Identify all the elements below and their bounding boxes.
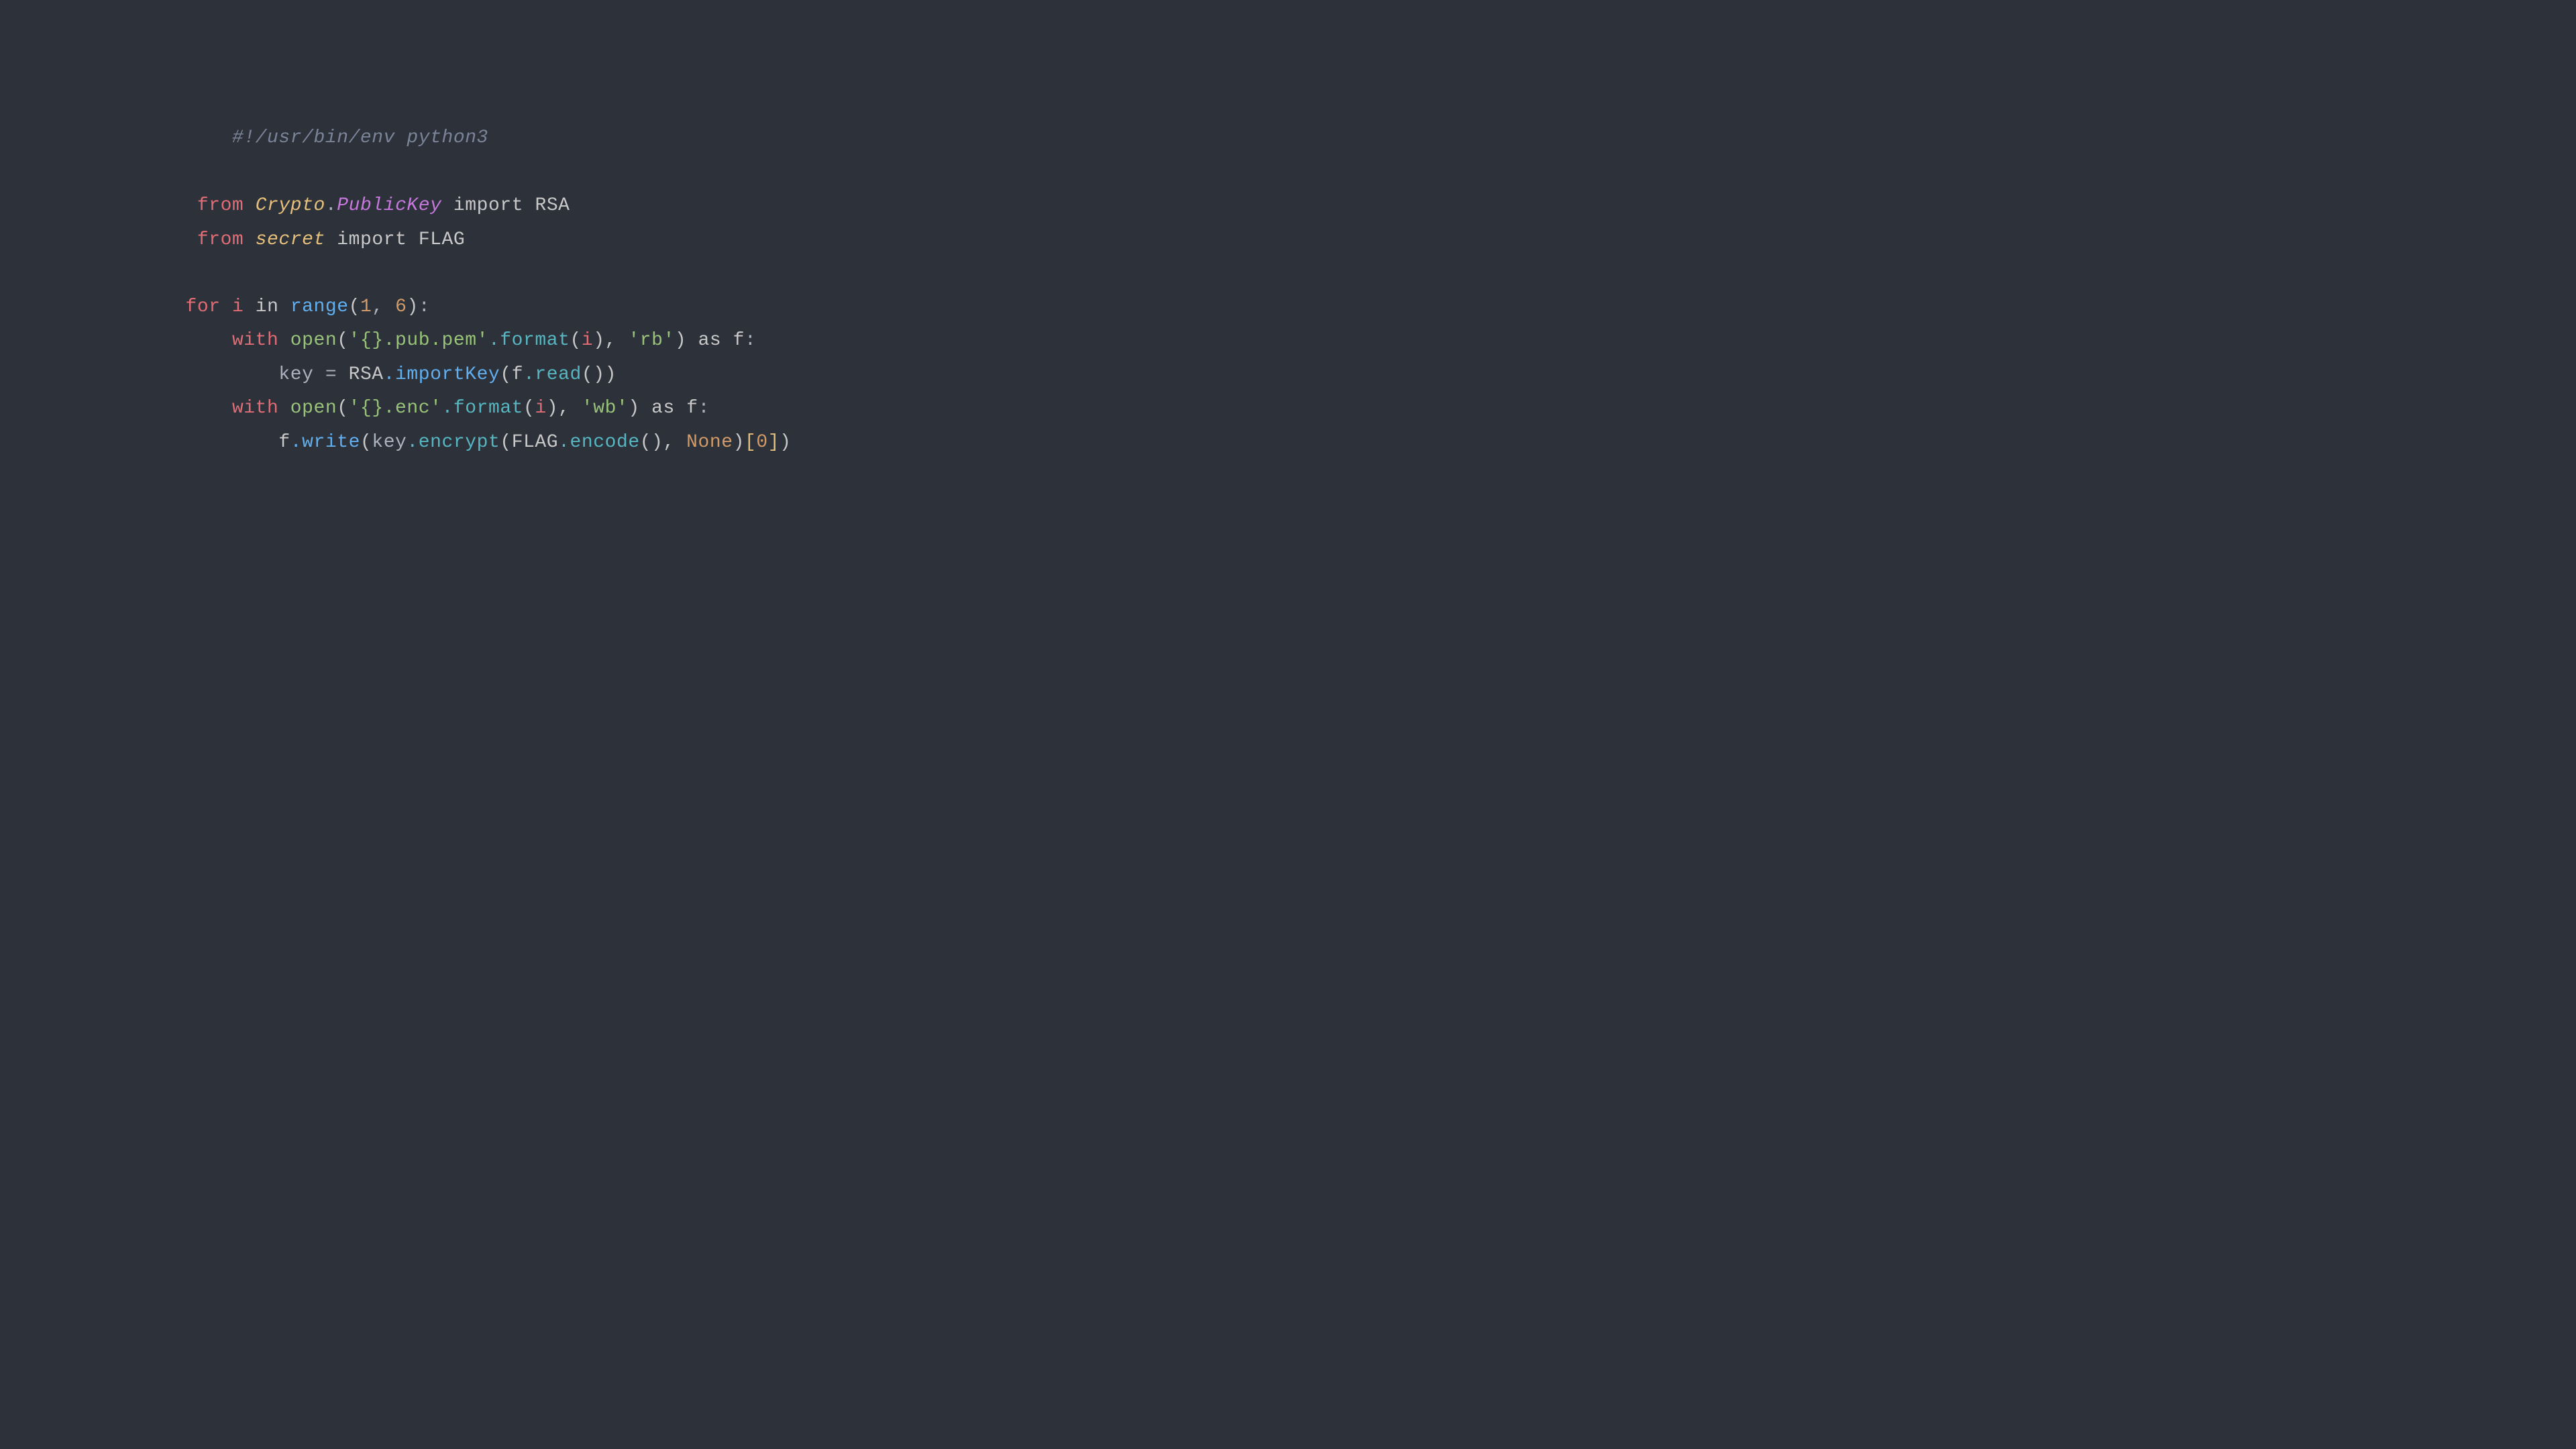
var-key: key — [278, 364, 313, 385]
keyword-import-1: import — [453, 195, 523, 216]
func-encrypt: .encrypt — [407, 432, 500, 453]
var-f-2: f — [512, 364, 523, 385]
string-rb: 'rb' — [628, 330, 674, 351]
code-block: #!/usr/bin/env python3 from Crypto.Publi… — [145, 61, 831, 486]
module-pubkey: PublicKey — [337, 195, 441, 216]
var-f-1: f — [733, 330, 745, 351]
bracket-open: [ — [745, 432, 756, 453]
number-1: 1 — [360, 297, 372, 317]
func-importkey: .importKey — [384, 364, 500, 385]
string-pub-pem: '{}.pub.pem' — [349, 330, 488, 351]
rsa-class-2: RSA — [349, 364, 384, 385]
keyword-with-1: with — [232, 330, 278, 351]
keyword-for: for — [185, 297, 220, 317]
index-zero: 0 — [756, 432, 767, 453]
bracket-close: ] — [768, 432, 780, 453]
keyword-from-1: from — [185, 195, 244, 216]
keyword-in: in — [256, 297, 279, 317]
string-enc: '{}.enc' — [349, 398, 442, 419]
func-range: range — [290, 297, 349, 317]
keyword-import-2: import — [337, 229, 407, 250]
shebang-comment: #!/usr/bin/env python3 — [232, 127, 488, 148]
func-open-2: open — [290, 398, 337, 419]
blank-1 — [185, 257, 791, 290]
method-format-2: .format — [442, 398, 524, 419]
var-i-1: i — [232, 297, 244, 317]
line-shebang: #!/usr/bin/env python3 — [185, 88, 791, 189]
string-wb: 'wb' — [582, 398, 628, 419]
line-for: for i in range(1, 6): — [185, 290, 791, 324]
method-format-1: .format — [488, 330, 570, 351]
var-i-2: i — [582, 330, 593, 351]
var-f-3: f — [686, 398, 698, 419]
keyword-as-2: as — [651, 398, 675, 419]
keyword-from-2: from — [185, 229, 244, 250]
func-write: .write — [290, 432, 360, 453]
func-encode: .encode — [558, 432, 640, 453]
keyword-with-2: with — [232, 398, 278, 419]
keyword-as-1: as — [698, 330, 722, 351]
module-crypto: Crypto — [256, 195, 325, 216]
line-import-rsa: from Crypto.PublicKey import RSA — [185, 189, 791, 223]
class-flag-2: FLAG — [512, 432, 558, 453]
line-with-open-enc: with open('{}.enc'.format(i), 'wb') as f… — [185, 392, 791, 425]
func-read: .read — [523, 364, 582, 385]
func-open-1: open — [290, 330, 337, 351]
none-value: None — [686, 432, 733, 453]
var-i-3: i — [535, 398, 546, 419]
line-import-flag: from secret import FLAG — [185, 223, 791, 257]
class-rsa: RSA — [535, 195, 570, 216]
number-6: 6 — [395, 297, 407, 317]
line-with-open-pub: with open('{}.pub.pem'.format(i), 'rb') … — [185, 324, 791, 358]
var-key-2: key — [372, 432, 407, 453]
module-secret: secret — [256, 229, 325, 250]
line-importkey: key = RSA.importKey(f.read()) — [185, 358, 791, 392]
var-f-4: f — [278, 432, 290, 453]
class-flag: FLAG — [419, 229, 465, 250]
line-fwrite: f.write(key.encrypt(FLAG.encode(), None)… — [185, 426, 791, 460]
